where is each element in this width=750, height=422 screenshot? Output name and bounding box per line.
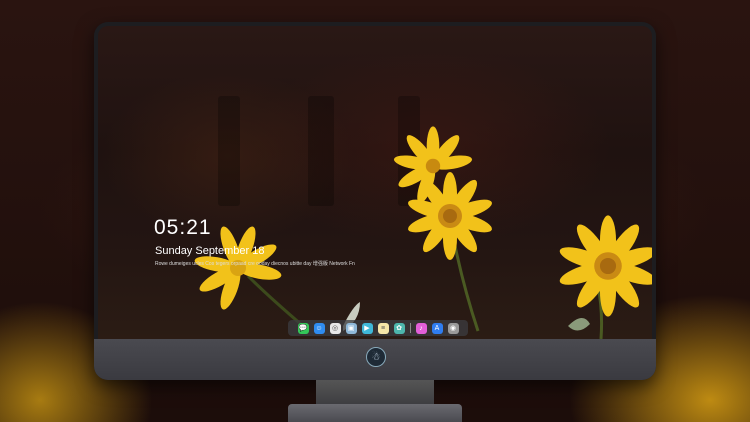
desktop-screen: 05:21 Sunday September 18 Rowe dumeiges … — [98, 26, 652, 339]
monitor: 05:21 Sunday September 18 Rowe dumeiges … — [94, 22, 656, 380]
safari-icon[interactable]: ◎ — [329, 322, 341, 334]
messages-icon[interactable]: 💬 — [297, 322, 309, 334]
finder-icon[interactable]: ☺ — [313, 322, 325, 334]
camera-icon[interactable]: ◉ — [447, 322, 459, 334]
brand-logo-icon: ☃ — [366, 347, 386, 367]
monitor-chin: ☃ — [94, 339, 656, 380]
photos-icon[interactable]: ✿ — [393, 322, 405, 334]
video-icon[interactable]: ▶ — [361, 322, 373, 334]
dock-separator — [409, 323, 411, 333]
dock: 💬 ☺ ◎ ▣ ▶ ≡ ✿ ♪ A ◉ — [288, 320, 468, 336]
lockscreen-subtitle: Rowe dumeiges ucles Cos tegers orpaad cr… — [155, 261, 355, 267]
app-store-icon[interactable]: A — [431, 322, 443, 334]
preview-icon[interactable]: ▣ — [345, 322, 357, 334]
notes-icon[interactable]: ≡ — [377, 322, 389, 334]
lockscreen-date: Sunday September 18 — [155, 245, 265, 257]
music-icon[interactable]: ♪ — [415, 322, 427, 334]
monitor-foot — [288, 404, 462, 422]
flower-wallpaper — [193, 126, 652, 339]
lockscreen-time: 05:21 — [154, 216, 212, 239]
